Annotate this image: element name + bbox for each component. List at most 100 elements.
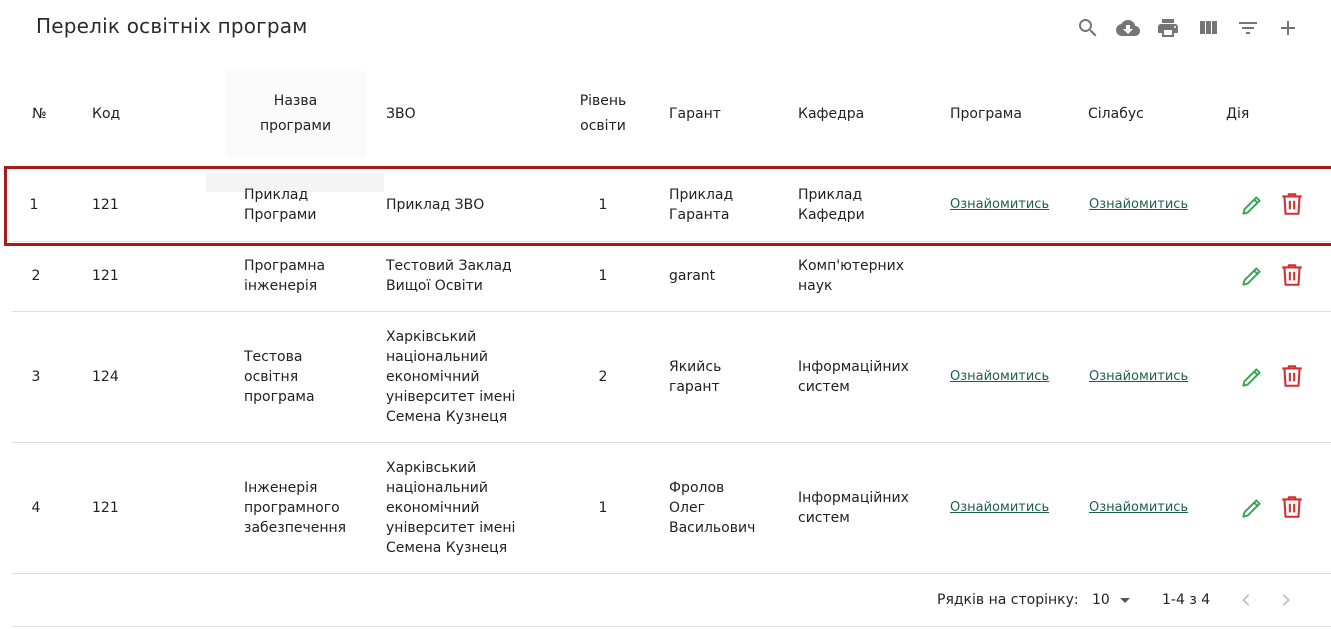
syllabus-link[interactable]: Ознайомитись — [1089, 498, 1188, 518]
page-title: Перелік освітніх програм — [36, 14, 308, 38]
cell-line: Васильович — [669, 520, 756, 536]
cell-line: гарант — [669, 379, 720, 395]
cell-line: інженерія — [244, 278, 318, 294]
header-guarantor[interactable]: Гарант — [669, 102, 721, 127]
row-divider — [12, 241, 1331, 242]
cell-line: Програмна — [244, 258, 326, 274]
cell-program-name: Програмна інженерія — [244, 256, 325, 296]
cell-line: Тестова — [244, 349, 303, 365]
header-zvo[interactable]: ЗВО — [386, 102, 416, 127]
cell-line: Харківський — [386, 329, 477, 345]
tooltip — [206, 173, 384, 192]
delete-trash-icon[interactable] — [1279, 191, 1305, 217]
cell-num: 4 — [31, 500, 41, 516]
cell-num: 1 — [29, 197, 39, 213]
program-link[interactable]: Ознайомитись — [950, 498, 1049, 518]
cell-line: Комп'ютерних — [798, 258, 905, 274]
filter-icon[interactable] — [1236, 16, 1260, 40]
delete-trash-icon[interactable] — [1279, 262, 1305, 288]
view-columns-icon[interactable] — [1196, 16, 1220, 40]
edit-pencil-icon[interactable] — [1239, 192, 1265, 218]
cell-guarantor: Фролов Олег Васильович — [669, 478, 755, 538]
cell-zvo: Харківський національний економічний уні… — [386, 327, 515, 427]
syllabus-link[interactable]: Ознайомитись — [1089, 195, 1188, 215]
pagination: Рядків на сторінку: 10 1-4 з 4 — [0, 575, 1331, 627]
delete-trash-icon[interactable] — [1279, 363, 1305, 389]
table-toolbar: Перелік освітніх програм — [0, 0, 1331, 60]
edit-pencil-icon[interactable] — [1239, 495, 1265, 521]
cloud-download-icon[interactable] — [1116, 16, 1140, 40]
cell-line: Якийсь — [669, 359, 722, 375]
cell-program-name: Інженерія програмного забезпечення — [244, 478, 346, 538]
cell-line: національний — [386, 349, 488, 365]
cell-line: Вищої Освіти — [386, 278, 483, 294]
header-department[interactable]: Кафедра — [798, 102, 864, 127]
cell-line: систем — [798, 510, 850, 526]
header-program-name-line1: Назва — [273, 93, 318, 109]
header-num[interactable]: № — [32, 102, 47, 127]
cell-level: 1 — [598, 197, 608, 213]
delete-trash-icon[interactable] — [1279, 494, 1305, 520]
edit-pencil-icon[interactable] — [1239, 364, 1265, 390]
cell-code: 121 — [92, 268, 119, 284]
cell-line: університет імені — [386, 389, 516, 405]
program-link[interactable]: Ознайомитись — [950, 195, 1049, 215]
cell-department: Інформаційних систем — [798, 488, 909, 528]
cell-line: економічний — [386, 500, 480, 516]
cell-line: Кафедри — [798, 207, 865, 223]
cell-line: Семена Кузнеця — [386, 409, 508, 425]
chevron-right-icon[interactable] — [1274, 588, 1298, 612]
chevron-left-icon[interactable] — [1234, 588, 1258, 612]
cell-line: Фролов — [669, 480, 725, 496]
cell-guarantor: garant — [669, 268, 716, 284]
cell-level: 1 — [598, 500, 608, 516]
cell-line: університет імені — [386, 520, 516, 536]
cell-line: Приклад — [798, 187, 863, 203]
edit-pencil-icon[interactable] — [1239, 263, 1265, 289]
pagination-range: 1-4 з 4 — [1162, 592, 1211, 608]
cell-code: 121 — [92, 500, 119, 516]
cell-line: програмного — [244, 500, 340, 516]
cell-code: 121 — [92, 197, 119, 213]
cell-line: систем — [798, 379, 850, 395]
row-divider — [12, 311, 1331, 312]
header-syllabus[interactable]: Сілабус — [1088, 102, 1144, 127]
cell-line: Олег — [669, 500, 705, 516]
header-code[interactable]: Код — [92, 102, 120, 127]
header-action: Дія — [1226, 106, 1250, 122]
cell-num: 3 — [31, 369, 41, 385]
syllabus-link[interactable]: Ознайомитись — [1089, 367, 1188, 387]
cell-line: Інженерія — [244, 480, 318, 496]
cell-department: Приклад Кафедри — [798, 185, 865, 225]
cell-line: національний — [386, 480, 488, 496]
cell-line: Харківський — [386, 460, 477, 476]
rows-per-page-value: 10 — [1092, 592, 1110, 608]
header-level-line2: освіти — [580, 118, 626, 134]
header-education-level[interactable]: Рівень освіти — [563, 89, 643, 139]
row-divider — [12, 573, 1331, 574]
cell-department: Комп'ютерних наук — [798, 256, 904, 296]
cell-line: програма — [244, 389, 315, 405]
cell-line: Програми — [244, 207, 317, 223]
print-icon[interactable] — [1156, 16, 1180, 40]
rows-per-page-select[interactable]: 10 — [1092, 592, 1131, 608]
cell-num: 2 — [31, 268, 41, 284]
cell-line: Тестовий Заклад — [386, 258, 512, 274]
row-divider — [12, 442, 1331, 443]
cell-level: 2 — [598, 369, 608, 385]
cell-line: наук — [798, 278, 833, 294]
cell-zvo: Харківський національний економічний уні… — [386, 458, 515, 558]
cell-line: Інформаційних — [798, 359, 909, 375]
cell-line: Інформаційних — [798, 490, 909, 506]
program-link[interactable]: Ознайомитись — [950, 367, 1049, 387]
cell-guarantor: Приклад Гаранта — [669, 185, 733, 225]
cell-line: економічний — [386, 369, 480, 385]
cell-line: Гаранта — [669, 207, 730, 223]
header-program[interactable]: Програма — [950, 102, 1022, 127]
add-icon[interactable] — [1276, 16, 1300, 40]
header-program-name[interactable]: Назва програми — [225, 89, 366, 139]
cell-line: забезпечення — [244, 520, 347, 536]
cell-zvo: Тестовий Заклад Вищої Освіти — [386, 256, 512, 296]
dropdown-arrow-icon — [1120, 597, 1131, 603]
search-icon[interactable] — [1076, 16, 1100, 40]
